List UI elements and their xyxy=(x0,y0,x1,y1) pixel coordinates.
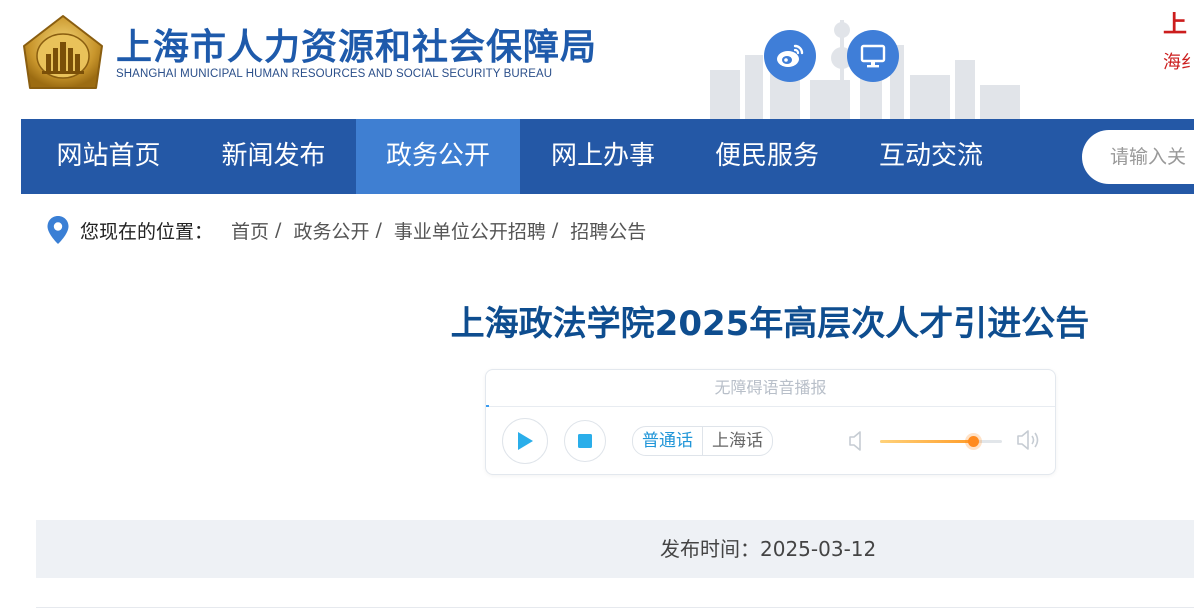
player-header-label: 无障碍语音播报 xyxy=(714,378,827,397)
site-header: 上海市人力资源和社会保障局 SHANGHAI MUNICIPAL HUMAN R… xyxy=(0,0,1194,119)
stop-button[interactable] xyxy=(564,420,606,462)
nav-item-interaction[interactable]: 互动交流 xyxy=(849,119,1013,194)
article-meta-bar: 发布时间：2025-03-12 xyxy=(36,520,1194,578)
playback-progress-bar[interactable] xyxy=(486,405,489,407)
nav-item-government-affairs[interactable]: 政务公开 xyxy=(356,119,520,194)
publish-time-label: 发布时间： xyxy=(660,537,760,561)
player-header: 无障碍语音播报 xyxy=(486,370,1055,407)
desktop-icon xyxy=(860,44,886,68)
volume-slider-handle[interactable] xyxy=(967,436,979,447)
header-right-notice-bottom: 海纟 xyxy=(1163,52,1194,72)
weibo-button[interactable] xyxy=(764,30,816,82)
volume-slider[interactable] xyxy=(880,436,1002,447)
nav-item-public-services[interactable]: 便民服务 xyxy=(685,119,849,194)
site-title: 上海市人力资源和社会保障局 xyxy=(116,27,598,68)
header-right-notice[interactable]: 上 海纟 xyxy=(1163,12,1194,72)
breadcrumb-separator: / xyxy=(551,219,559,241)
volume-low-icon[interactable] xyxy=(848,430,864,452)
site-title-english: SHANGHAI MUNICIPAL HUMAN RESOURCES AND S… xyxy=(116,68,553,80)
breadcrumb-separator: / xyxy=(375,219,382,241)
breadcrumb-government-affairs[interactable]: 政务公开 xyxy=(293,217,369,244)
main-navigation: 网站首页 新闻发布 政务公开 网上办事 便民服务 互动交流 请输入关 xyxy=(21,119,1194,194)
article-title: 上海政法学院2025年高层次人才引进公告 xyxy=(450,304,1090,344)
breadcrumb-public-recruitment[interactable]: 事业单位公开招聘 xyxy=(394,217,546,244)
play-button[interactable] xyxy=(502,418,548,464)
nav-item-online-services[interactable]: 网上办事 xyxy=(521,119,685,194)
volume-high-icon[interactable] xyxy=(1016,428,1042,452)
dialect-shanghainese-option[interactable]: 上海话 xyxy=(702,427,772,455)
location-pin-icon xyxy=(47,216,69,244)
header-right-notice-top: 上 xyxy=(1163,12,1187,38)
dialect-mandarin-option[interactable]: 普通话 xyxy=(633,427,702,455)
stop-icon xyxy=(578,434,592,448)
breadcrumb-home[interactable]: 首页 xyxy=(231,217,269,244)
desktop-version-button[interactable] xyxy=(847,30,899,82)
dialect-toggle: 普通话 上海话 xyxy=(632,426,773,456)
content-divider xyxy=(36,607,1194,608)
breadcrumb-label: 您现在的位置： xyxy=(80,220,214,243)
nav-item-home[interactable]: 网站首页 xyxy=(21,119,196,194)
accessibility-audio-player: 无障碍语音播报 普通话 上海话 xyxy=(485,369,1056,475)
search-input[interactable]: 请输入关 xyxy=(1082,130,1194,184)
breadcrumb-recruitment-notice[interactable]: 招聘公告 xyxy=(570,217,646,244)
volume-slider-fill xyxy=(880,440,973,443)
breadcrumb-separator: / xyxy=(275,219,282,241)
bureau-logo[interactable] xyxy=(22,14,104,90)
breadcrumb: 您现在的位置： 首页 / 政务公开 / 事业单位公开招聘 / 招聘公告 xyxy=(46,212,646,248)
weibo-icon xyxy=(777,44,804,67)
nav-item-news[interactable]: 新闻发布 xyxy=(191,119,356,194)
play-icon xyxy=(518,432,533,450)
publish-info: 发布时间：2025-03-12 xyxy=(660,520,876,578)
publish-date: 2025-03-12 xyxy=(760,537,877,561)
